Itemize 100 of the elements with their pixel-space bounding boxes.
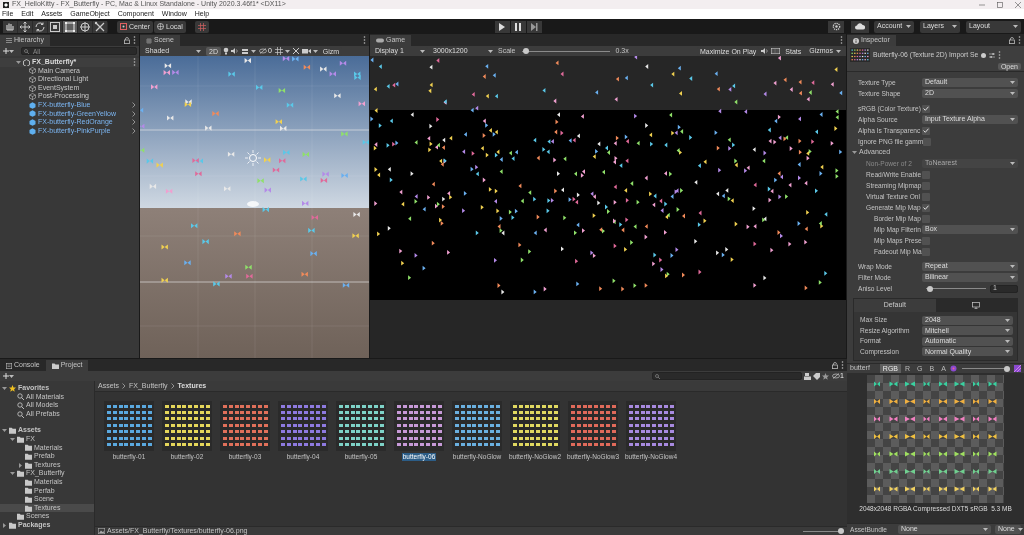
- pause-button[interactable]: [510, 20, 526, 33]
- texture-thumbnail[interactable]: [336, 401, 386, 451]
- collapsed-arrow-icon[interactable]: [18, 462, 23, 468]
- play-button[interactable]: [494, 20, 510, 33]
- caret-icon: [952, 25, 957, 28]
- info-icon: [853, 37, 859, 44]
- services-button[interactable]: [828, 20, 844, 33]
- scale-slider[interactable]: [521, 47, 610, 55]
- lightbulb-icon[interactable]: [222, 47, 229, 55]
- caret-icon: [1005, 339, 1010, 343]
- tool-button[interactable]: [48, 20, 62, 33]
- caret-icon: [9, 374, 14, 378]
- caret-icon: [836, 49, 841, 53]
- sliders-icon[interactable]: [989, 52, 996, 58]
- rotate-icon: [34, 20, 46, 33]
- camera-icon[interactable]: [301, 48, 311, 54]
- tool-button[interactable]: [3, 20, 17, 33]
- speaker-icon[interactable]: [761, 48, 770, 54]
- globe-icon: [157, 23, 164, 30]
- add-button[interactable]: [2, 46, 15, 56]
- more-icon[interactable]: [841, 361, 844, 369]
- texture-thumbnail[interactable]: [278, 401, 328, 451]
- color-wheel-icon[interactable]: [949, 365, 957, 372]
- more-icon[interactable]: [133, 58, 136, 67]
- maximize-icon[interactable]: [997, 1, 1003, 8]
- star-icon[interactable]: [822, 372, 830, 380]
- thumbnail-size-slider[interactable]: [803, 527, 843, 535]
- cloud-button[interactable]: [851, 20, 869, 33]
- checkbox[interactable]: [922, 203, 930, 212]
- gamepad-icon: [376, 38, 384, 43]
- console-icon: [6, 362, 12, 369]
- search-type-icon[interactable]: [804, 372, 812, 380]
- caret-icon: [1005, 318, 1010, 322]
- plus-icon: [3, 373, 9, 379]
- caret-icon: [983, 528, 988, 531]
- texture-thumbnail[interactable]: [510, 401, 560, 451]
- grid-icon[interactable]: [274, 47, 283, 55]
- crossed-tools-icon[interactable]: [291, 47, 300, 55]
- caret-icon: [1010, 118, 1015, 121]
- grid-icon: [197, 22, 206, 31]
- checkbox[interactable]: [922, 126, 930, 135]
- texture-thumbnail[interactable]: [394, 401, 444, 451]
- lock-icon[interactable]: [124, 36, 130, 44]
- expanded-arrow-icon[interactable]: [2, 428, 7, 434]
- keyboard-icon[interactable]: [771, 48, 781, 54]
- eye-slash-icon: [832, 373, 841, 379]
- grid-snap-button[interactable]: [194, 20, 209, 33]
- caret-icon: [1010, 228, 1015, 231]
- monitor-icon: [972, 302, 981, 309]
- texture-thumbnail[interactable]: [452, 401, 502, 451]
- expanded-arrow-icon: [852, 150, 857, 155]
- caret-icon: [250, 49, 256, 53]
- tool-button[interactable]: [33, 20, 47, 33]
- layers-effects-icon[interactable]: [240, 47, 249, 55]
- speaker-icon[interactable]: [230, 48, 239, 54]
- caret-icon: [1010, 276, 1015, 279]
- more-icon[interactable]: [840, 36, 843, 44]
- lock-icon[interactable]: [1009, 36, 1015, 44]
- more-icon[interactable]: [133, 36, 136, 44]
- caret-icon: [488, 49, 493, 53]
- tool-button[interactable]: [18, 20, 32, 33]
- mip-level-slider[interactable]: [961, 364, 1009, 373]
- expanded-arrow-icon[interactable]: [16, 59, 21, 65]
- move-arrows-icon: [19, 20, 31, 33]
- step-button[interactable]: [526, 20, 542, 33]
- caret-icon: [196, 49, 201, 53]
- more-icon[interactable]: [363, 36, 366, 44]
- pause-icon: [513, 21, 524, 32]
- texture-thumbnail[interactable]: [626, 401, 676, 451]
- hash-icon: [146, 37, 152, 44]
- tool-button[interactable]: [63, 20, 77, 33]
- gear-icon: [831, 22, 841, 31]
- texture-thumbnail[interactable]: [162, 401, 212, 451]
- caret-icon: [1010, 92, 1015, 95]
- caret-icon: [312, 49, 318, 53]
- texture-thumbnail[interactable]: [568, 401, 618, 451]
- slider[interactable]: [926, 284, 986, 293]
- texture-thumbnail[interactable]: [220, 401, 270, 451]
- transform-icon: [79, 20, 91, 33]
- expanded-arrow-icon[interactable]: [10, 436, 15, 442]
- add-button[interactable]: [2, 371, 15, 381]
- caret-icon: [1010, 162, 1015, 165]
- texture-thumbnail[interactable]: [104, 401, 154, 451]
- eye-slash-icon: [258, 48, 267, 54]
- more-icon[interactable]: [1018, 36, 1021, 44]
- expanded-arrow-icon[interactable]: [10, 471, 15, 477]
- list-icon: [6, 38, 12, 43]
- collapsed-arrow-icon[interactable]: [2, 522, 7, 528]
- caret-icon: [420, 49, 425, 53]
- pivot-icon: [120, 23, 127, 30]
- more-icon[interactable]: [998, 51, 1002, 59]
- close-icon[interactable]: [1015, 1, 1021, 8]
- tool-button[interactable]: [93, 20, 107, 33]
- search-icon: [24, 49, 30, 54]
- caret-icon: [1010, 265, 1015, 268]
- checkbox[interactable]: [922, 104, 930, 113]
- lock-icon[interactable]: [832, 361, 838, 369]
- tool-button[interactable]: [78, 20, 92, 33]
- search-field[interactable]: [652, 372, 803, 380]
- expanded-arrow-icon[interactable]: [2, 385, 7, 391]
